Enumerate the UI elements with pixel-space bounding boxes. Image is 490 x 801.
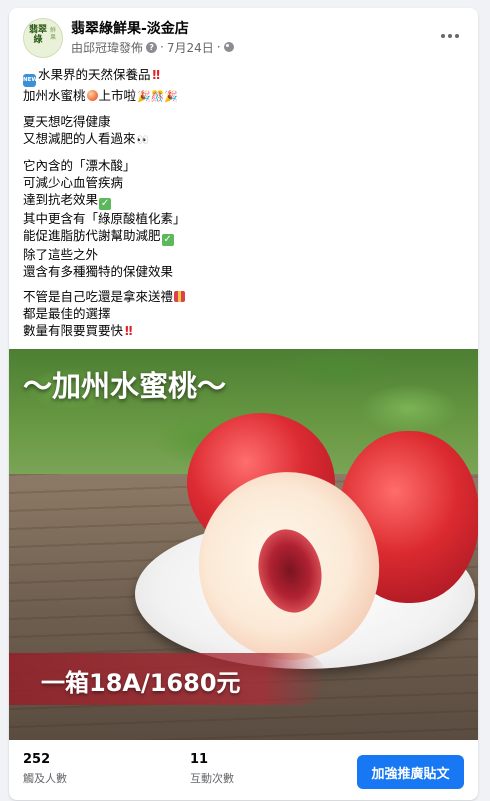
text-segment: 上市啦 [98,88,137,103]
boost-post-button[interactable]: 加強推廣貼文 [357,755,464,789]
new-badge-icon: NEW [23,74,37,87]
reach-value: 252 [23,752,51,767]
post-author: 由邱冠瑋發佈 [71,40,144,55]
text-line: 又想減肥的人看過來👀 [23,130,468,149]
more-dot-icon [441,34,445,38]
text-line: 加州水蜜桃 上市啦🎉🎊🎉 [23,87,468,105]
post-photo[interactable]: ～加州水蜜桃～ 一箱18A/1680元 [9,349,478,740]
text-line: 還含有多種獨特的保健效果 [23,264,174,279]
meta-separator: · [160,40,164,54]
page-avatar[interactable]: 翡翠綠 鮮果 [23,18,63,58]
more-dot-icon [455,34,459,38]
text-line: 都是最佳的選擇 [23,306,111,321]
meta-separator: · [216,40,221,54]
gift-icon [174,291,186,302]
avatar-logo-text: 翡翠綠 [28,25,47,45]
text-line: 數量有限要買要快!! [23,322,468,339]
engagement-stat[interactable]: 11 互動次數 [190,752,234,786]
page-name-link[interactable]: 翡翠綠鮮果-淡金店 [71,18,189,38]
post-header: 翡翠綠 鮮果 翡翠綠鮮果-淡金店 由邱冠瑋發佈 ? · 7月24日 · [9,8,478,64]
more-dot-icon [448,34,452,38]
question-icon[interactable]: ? [146,41,158,53]
text-line: 它內含的「漂木酸」 [23,158,136,173]
paragraph-4: 不管是自己吃還是拿來送禮 都是最佳的選擇 數量有限要買要快!! [23,288,468,339]
paragraph-2: 夏天想吃得健康 又想減肥的人看過來👀 [23,113,468,149]
text-line: 可減少心血管疾病 [23,175,124,190]
post-text: NEW水果界的天然保養品!! 加州水蜜桃 上市啦🎉🎊🎉 夏天想吃得健康 又想減肥的… [23,66,468,347]
text-line: NEW水果界的天然保養品!! [23,66,468,87]
engagement-value: 11 [190,752,209,767]
double-exclamation-icon: !! [151,67,162,82]
photo-title-text: ～加州水蜜桃～ [23,369,227,403]
text-segment: 能促進脂肪代謝幫助減肥 [23,228,161,243]
paragraph-1: NEW水果界的天然保養品!! 加州水蜜桃 上市啦🎉🎊🎉 [23,66,468,105]
text-segment: 數量有限要買要快 [23,323,124,338]
party-popper-icon: 🎉🎊🎉 [137,90,179,103]
post-meta: 由邱冠瑋發佈 ? · 7月24日 · [71,39,234,55]
eyes-icon: 👀 [136,135,149,146]
text-segment: 又想減肥的人看過來 [23,131,136,146]
text-segment: 水果界的天然保養品 [38,67,151,82]
text-line: 不管是自己吃還是拿來送禮 [23,288,468,305]
text-segment: 達到抗老效果 [23,192,99,207]
reach-label: 觸及人數 [23,772,67,785]
check-mark-icon: ✓ [161,234,174,246]
text-line: 除了這些之外 [23,247,99,262]
post-card: 翡翠綠 鮮果 翡翠綠鮮果-淡金店 由邱冠瑋發佈 ? · 7月24日 · NEW水… [9,8,478,800]
text-segment: 不管是自己吃還是拿來送禮 [23,289,174,304]
double-exclamation-icon: !! [124,323,134,338]
photo-price-text: 一箱18A/1680元 [41,669,241,697]
more-options-button[interactable] [436,24,464,48]
post-insights-footer: 252 觸及人數 11 互動次數 加強推廣貼文 [9,740,478,800]
check-mark-icon: ✓ [99,198,112,210]
text-segment: 加州水蜜桃 [23,88,86,103]
text-line: 達到抗老效果 ✓ [23,191,468,210]
paragraph-3: 它內含的「漂木酸」 可減少心血管疾病 達到抗老效果 ✓ 其中更含有「綠原酸植化素」… [23,157,468,280]
text-line: 能促進脂肪代謝幫助減肥 ✓ [23,227,468,246]
globe-icon[interactable] [223,42,234,52]
avatar-logo-side-text: 鮮果 [50,27,57,41]
text-line: 其中更含有「綠原酸植化素」 [23,211,186,226]
reach-stat[interactable]: 252 觸及人數 [23,752,67,786]
peach-icon [86,90,98,101]
engagement-label: 互動次數 [190,772,234,785]
post-date-link[interactable]: 7月24日 [167,39,214,56]
text-line: 夏天想吃得健康 [23,114,111,129]
